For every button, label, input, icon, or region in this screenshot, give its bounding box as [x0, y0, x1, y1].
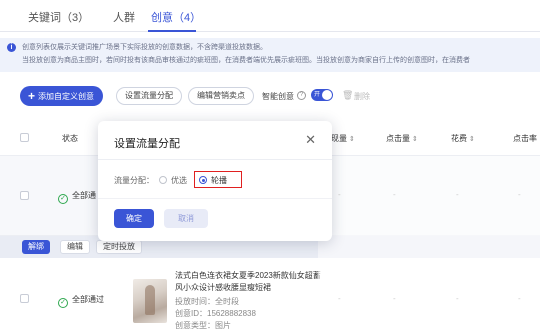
header-impressions[interactable]: 现量 ⇕ — [331, 133, 355, 144]
close-icon[interactable]: ✕ — [305, 133, 316, 146]
add-creative-button[interactable]: + 添加自定义创意 — [20, 86, 104, 106]
sort-icon: ⇕ — [349, 136, 355, 143]
row-checkbox[interactable] — [20, 191, 29, 200]
add-creative-label: 添加自定义创意 — [38, 92, 95, 101]
active-tab-indicator — [148, 30, 196, 32]
highlight-annotation — [194, 171, 242, 188]
flow-allocation-label: 流量分配： — [114, 176, 154, 185]
tab-creatives[interactable]: 创意（4） — [151, 9, 201, 25]
unbind-button[interactable]: 解绑 — [22, 240, 50, 254]
delete-button[interactable]: 删除 — [354, 91, 370, 102]
edit-button[interactable]: 编辑 — [60, 240, 90, 254]
delivery-time: 投放时间：全时段 — [175, 297, 239, 306]
cancel-button[interactable]: 取消 — [164, 209, 208, 228]
status-cell: ✓ 全部通 — [58, 190, 96, 204]
divider — [98, 159, 332, 160]
row-checkbox[interactable] — [20, 294, 29, 303]
sort-icon: ⇕ — [469, 136, 475, 143]
tab-audience[interactable]: 人群 — [113, 9, 135, 25]
header-clicks[interactable]: 点击量 ⇕ — [386, 133, 418, 144]
radio-optimized[interactable] — [159, 176, 167, 184]
smart-creative-toggle[interactable]: 开 — [311, 89, 333, 101]
trash-icon: 🗑 — [342, 90, 354, 100]
sort-icon: ⇕ — [412, 136, 418, 143]
divider — [98, 198, 332, 199]
tab-bar: 关键词（3） 人群 创意（4） — [0, 0, 540, 32]
confirm-button[interactable]: 确定 — [114, 209, 154, 228]
toggle-label: 开 — [314, 92, 321, 98]
dialog-title: 设置流量分配 — [114, 138, 180, 150]
flow-allocation-button[interactable]: 设置流量分配 — [116, 87, 182, 105]
help-icon[interactable]: ? — [297, 91, 306, 100]
status-text: 全部通过 — [72, 295, 104, 304]
schedule-button[interactable]: 定时投放 — [96, 240, 142, 254]
status-text: 全部通 — [72, 191, 96, 200]
status-cell: ✓ 全部通过 — [58, 294, 104, 308]
header-ctr[interactable]: 点击率 — [513, 133, 537, 144]
product-title[interactable]: 法式白色连衣裙女夏季2023新款仙女超蓄风小众设计感收腰显瘦短裙 — [175, 270, 323, 294]
header-cost-label: 花费 — [451, 134, 467, 143]
info-notice: i 创意列表仅展示关键词推广场景下实际投放的创意数据，不含跨渠道投放数据。 当投… — [0, 38, 540, 72]
info-icon: i — [7, 43, 16, 52]
tab-keywords[interactable]: 关键词（3） — [28, 9, 89, 25]
select-all-checkbox[interactable] — [20, 133, 29, 142]
header-cost[interactable]: 花费 ⇕ — [451, 133, 475, 144]
check-circle-icon: ✓ — [58, 298, 68, 308]
product-thumbnail[interactable] — [133, 279, 167, 323]
plus-icon: + — [28, 89, 36, 103]
header-impressions-label: 现量 — [331, 134, 347, 143]
toolbar: + 添加自定义创意 设置流量分配 编辑营销卖点 智能创意 ? 开 🗑 删除 — [0, 84, 540, 108]
creative-type: 创意类型：图片 — [175, 321, 231, 330]
smart-creative-label: 智能创意 — [262, 92, 294, 101]
creative-id: 创意ID：15628882838 — [175, 309, 256, 318]
dim-overlay — [318, 156, 540, 332]
flow-allocation-dialog: 设置流量分配 ✕ 流量分配： 优选 轮播 确定 取消 — [98, 121, 332, 241]
notice-line-2: 当投放创意为商品主图时，若间时投有该商品审核通过的疵班图，在消费者端优先展示疵班… — [22, 57, 470, 64]
check-circle-icon: ✓ — [58, 194, 68, 204]
header-clicks-label: 点击量 — [386, 134, 410, 143]
radio-optimized-label[interactable]: 优选 — [171, 175, 187, 186]
notice-line-1: 创意列表仅展示关键词推广场景下实际投放的创意数据，不含跨渠道投放数据。 — [22, 44, 267, 51]
edit-selling-points-button[interactable]: 编辑营销卖点 — [188, 87, 254, 105]
header-status[interactable]: 状态 — [62, 133, 78, 144]
